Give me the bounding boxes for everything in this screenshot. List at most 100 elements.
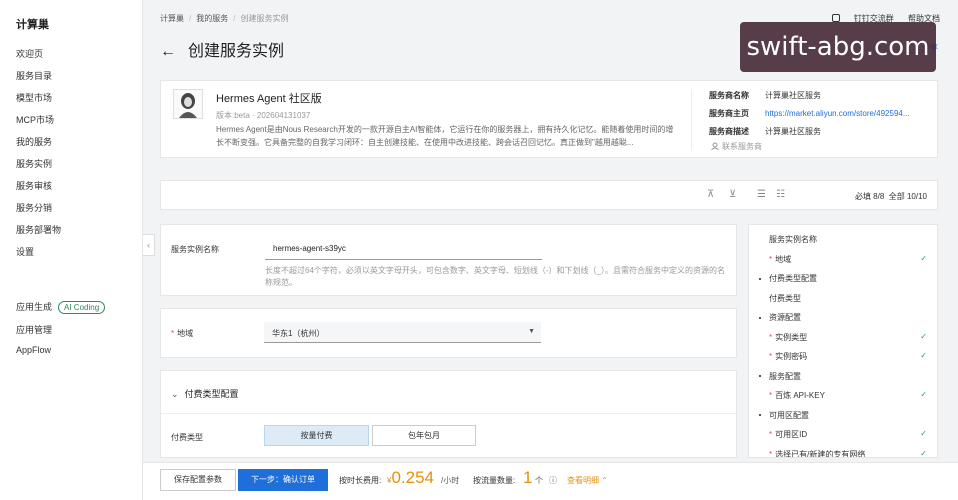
list-view-icon[interactable]: ☰	[757, 189, 766, 200]
required-asterisk: *	[769, 430, 773, 439]
bottom-action-bar: 保存配置参数 下一步：确认订单 按时长费用: ¥0.254 /小时 按流量数量:…	[143, 462, 958, 500]
watermark: swift-abg.com	[740, 22, 936, 72]
sidebar-item-appflow[interactable]: AppFlow	[16, 345, 51, 355]
sidebar-item-app-generate[interactable]: 应用生成 AI Coding	[16, 300, 106, 314]
provider-homepage-row: 服务商主页 https://market.aliyun.com/store/492…	[709, 108, 910, 119]
pay-type-section-header[interactable]: ⌄ 付费类型配置	[171, 387, 239, 400]
service-avatar	[173, 89, 203, 119]
expand-all-icon[interactable]: ⊻	[729, 189, 736, 200]
sidebar-collapse-icon[interactable]: ‹	[143, 234, 155, 256]
sidebar-item-catalog[interactable]: 服务目录	[16, 69, 52, 82]
traffic-label: 按流量数量:	[473, 476, 516, 485]
required-count: 必填 8/8	[854, 192, 885, 201]
outline-item[interactable]: * 选择已有/新建的专有网络	[769, 449, 866, 458]
ai-coding-badge: AI Coding	[58, 301, 106, 314]
sidebar-item-app-manage[interactable]: 应用管理	[16, 323, 52, 336]
check-icon: ✓	[920, 429, 927, 438]
outline-item[interactable]: 可用区配置	[759, 410, 809, 421]
instance-name-input[interactable]: hermes-agent-s39yc	[265, 239, 542, 260]
pay-type-section-title: 付费类型配置	[184, 389, 239, 399]
sidebar-item-service-instances[interactable]: 服务实例	[16, 157, 52, 170]
pay-type-section: ⌄ 付费类型配置 付费类型 按量付费 包年包月	[160, 370, 737, 458]
outline-item[interactable]: * 地域	[769, 254, 791, 265]
sidebar-item-my-services[interactable]: 我的服务	[16, 135, 52, 148]
next-confirm-order-button[interactable]: 下一步：确认订单	[238, 469, 328, 491]
bullet-icon	[759, 277, 761, 280]
outline-item[interactable]: 付费类型	[769, 293, 801, 304]
outline-item[interactable]: * 实例密码	[769, 351, 807, 362]
traffic-value: 1	[523, 468, 533, 487]
required-asterisk: *	[769, 391, 773, 400]
provider-name-label: 服务商名称	[709, 91, 749, 100]
sidebar-item-welcome[interactable]: 欢迎页	[16, 47, 43, 60]
outline-item-label: 可用区ID	[775, 430, 808, 439]
pay-as-you-go-option[interactable]: 按量付费	[264, 425, 369, 446]
outline-item[interactable]: * 实例类型	[769, 332, 807, 343]
outline-item[interactable]: * 百炼 API-KEY	[769, 390, 825, 401]
outline-item[interactable]: 服务实例名称	[769, 234, 817, 245]
sidebar-item-deploy-artifacts[interactable]: 服务部署物	[16, 223, 61, 236]
required-asterisk: *	[171, 329, 175, 338]
outline-item-label: 百炼 API-KEY	[775, 391, 825, 400]
breadcrumb-root[interactable]: 计算巢	[160, 14, 184, 23]
outline-item-label: 付费类型配置	[769, 274, 817, 283]
breadcrumb-separator: /	[189, 14, 192, 23]
total-count: 全部 10/10	[888, 192, 927, 201]
subscription-option[interactable]: 包年包月	[372, 425, 476, 446]
instance-name-value: hermes-agent-s39yc	[273, 244, 346, 253]
breadcrumb-my-services[interactable]: 我的服务	[196, 14, 228, 23]
outline-item-label: 资源配置	[769, 313, 801, 322]
provider-homepage-link[interactable]: https://market.aliyun.com/store/492594..…	[765, 109, 910, 118]
provider-desc-label: 服务商描述	[709, 127, 749, 136]
sidebar: 计算巢 欢迎页 服务目录 模型市场 MCP市场 我的服务 服务实例 服务审核 服…	[0, 0, 143, 500]
provider-name-row: 服务商名称 计算巢社区服务	[709, 90, 821, 101]
sidebar-item-distribution[interactable]: 服务分销	[16, 201, 52, 214]
required-asterisk: *	[769, 332, 773, 342]
grid-view-icon[interactable]: ☷	[776, 189, 785, 200]
page-title-text: 创建服务实例	[188, 43, 285, 60]
brand-title: 计算巢	[16, 19, 49, 31]
provider-desc-value: 计算巢社区服务	[765, 127, 821, 136]
region-card: * 地域 华东1（杭州） ▼	[160, 308, 737, 358]
sidebar-item-mcp-market[interactable]: MCP市场	[16, 113, 54, 126]
region-label-row: * 地域	[171, 328, 193, 339]
divider	[161, 413, 736, 414]
sidebar-item-service-review[interactable]: 服务审核	[16, 179, 52, 192]
outline-item-label: 实例类型	[775, 332, 808, 342]
service-info-card: Hermes Agent 社区版 版本:beta · 202604131037 …	[160, 80, 938, 158]
contact-provider-label: 联系服务商	[722, 142, 762, 151]
page-title: ← 创建服务实例	[160, 37, 284, 61]
outline-item-label: 选择已有/新建的专有网络	[775, 449, 866, 458]
breadcrumb-separator: /	[233, 14, 236, 23]
required-asterisk: *	[769, 254, 773, 264]
instance-name-card: 服务实例名称 hermes-agent-s39yc 长度不超过64个字符，必须以…	[160, 224, 737, 296]
collapse-all-icon[interactable]: ⊼	[707, 189, 714, 200]
outline-item[interactable]: 服务配置	[759, 371, 801, 382]
back-arrow-icon[interactable]: ←	[160, 43, 176, 60]
price-unit: /小时	[441, 476, 460, 485]
service-version: 版本:beta · 202604131037	[216, 111, 311, 120]
save-config-button[interactable]: 保存配置参数	[160, 469, 236, 491]
outline-item[interactable]: 资源配置	[759, 312, 801, 323]
outline-item[interactable]: * 可用区ID	[769, 429, 807, 440]
view-details-link[interactable]: 查看明细 ⌃	[567, 475, 608, 486]
required-asterisk: *	[769, 352, 773, 361]
form-toolbar: ⊼ ⊻ ☰ ☷ 必填 8/8 全部 10/10	[160, 180, 938, 210]
required-asterisk: *	[769, 449, 773, 458]
chevron-down-icon: ⌄	[171, 389, 179, 399]
outline-item-label: 地域	[775, 254, 792, 264]
pay-type-label: 付费类型	[171, 433, 203, 442]
price-number: 0.254	[391, 468, 434, 487]
outline-item[interactable]: 付费类型配置	[759, 273, 817, 284]
check-icon: ✓	[920, 331, 927, 341]
form-outline-panel: 服务实例名称 * 地域 ✓ 付费类型配置 付费类型 资源配置 * 实例类型 ✓ * 实例密码 ✓ 服务配置…	[748, 224, 938, 458]
info-icon[interactable]: ⓘ	[549, 475, 557, 486]
sidebar-item-model-market[interactable]: 模型市场	[16, 91, 52, 104]
avatar-portrait-icon	[179, 93, 197, 118]
sidebar-item-settings[interactable]: 设置	[16, 245, 34, 258]
region-select[interactable]: 华东1（杭州） ▼	[264, 322, 541, 343]
completion-count: 必填 8/8 全部 10/10	[855, 191, 927, 202]
check-icon: ✓	[920, 448, 927, 458]
contact-provider-link[interactable]: 联系服务商	[711, 141, 762, 152]
bullet-icon	[759, 414, 761, 417]
